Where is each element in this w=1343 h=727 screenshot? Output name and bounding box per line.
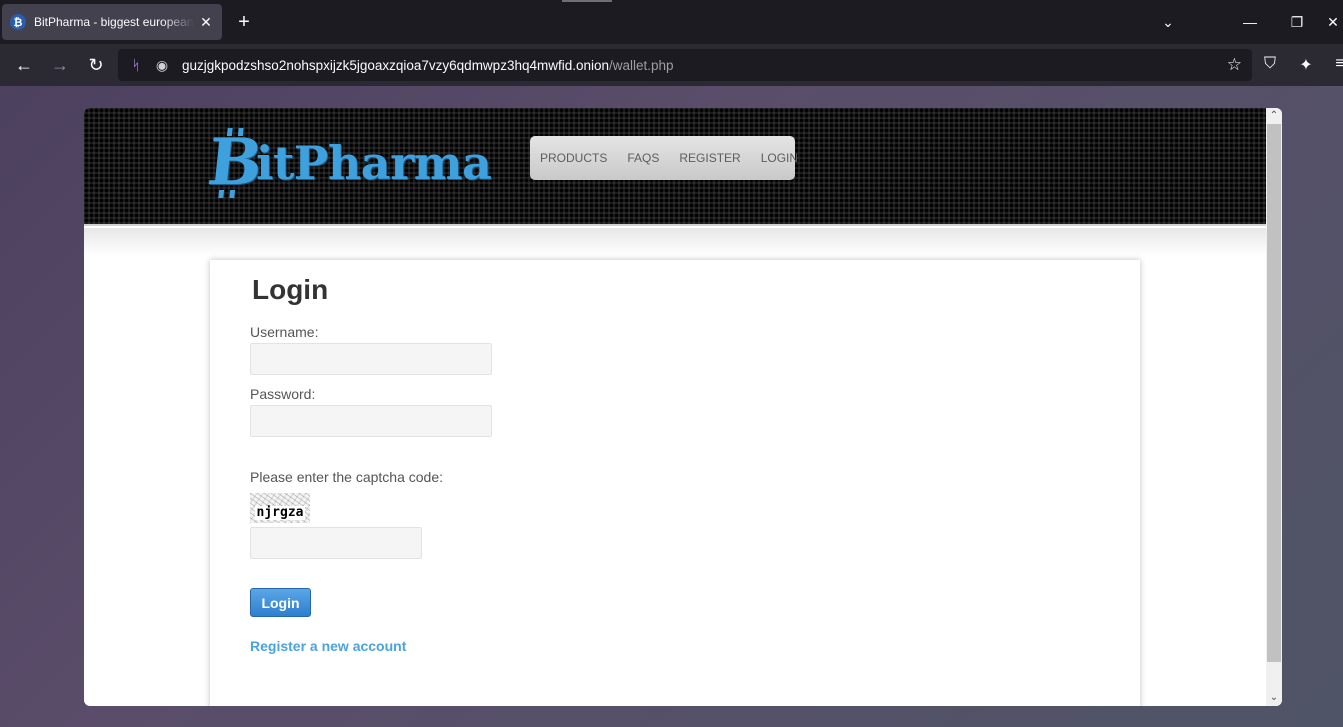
tab-list-icon[interactable]: ⌄ (1158, 12, 1178, 32)
minimize-icon[interactable]: — (1240, 12, 1260, 32)
address-bar[interactable]: ᛋ ◉ guzjgkpodzshso2nohspxijzk5jgoaxzqioa… (118, 49, 1252, 81)
tab-title: BitPharma - biggest european (34, 15, 194, 29)
captcha-image: njrgza (250, 493, 310, 523)
menu-item-products[interactable]: PRODUCTS (540, 151, 607, 165)
browser-tab-bar: ₿ BitPharma - biggest european ✕ + ⌄ — ❐… (0, 0, 1343, 44)
tab-strip-indicator (562, 0, 612, 2)
captcha-label: Please enter the captcha code: (250, 469, 444, 485)
menu-item-faqs[interactable]: FAQS (627, 151, 659, 165)
username-input[interactable] (250, 343, 492, 375)
new-tab-button[interactable]: + (232, 10, 256, 34)
onion-icon[interactable]: ◉ (152, 55, 172, 75)
browser-tab[interactable]: ₿ BitPharma - biggest european ✕ (2, 4, 222, 40)
reload-icon[interactable]: ↻ (84, 53, 108, 77)
restore-icon[interactable]: ❐ (1287, 12, 1307, 32)
logo-bitcoin-b: B (204, 125, 267, 200)
bookmark-star-icon[interactable]: ☆ (1227, 55, 1242, 75)
url-path: /wallet.php (609, 57, 674, 73)
header-shadow (84, 228, 1266, 256)
page-title: Login (252, 274, 329, 305)
login-card: Login Username: Password: Please enter t… (210, 260, 1140, 706)
bitpharma-logo[interactable]: B itPharma (204, 125, 492, 200)
url-host: guzjgkpodzshso2nohspxijzk5jgoaxzqioa7vzy… (182, 57, 610, 73)
main-menu: PRODUCTS FAQS REGISTER LOGIN (530, 136, 798, 180)
scroll-down-icon[interactable]: ⌄ (1266, 690, 1282, 706)
menu-item-login[interactable]: LOGIN (761, 151, 798, 165)
page-viewport: B itPharma PRODUCTS FAQS REGISTER LOGIN … (84, 108, 1282, 706)
back-icon[interactable]: ← (12, 53, 36, 77)
captcha-input[interactable] (250, 527, 422, 559)
close-window-icon[interactable]: ✕ (1323, 12, 1343, 32)
menu-item-register[interactable]: REGISTER (679, 151, 740, 165)
tab-close-icon[interactable]: ✕ (198, 14, 214, 31)
shield-icon[interactable]: ⛉ (1260, 55, 1280, 73)
browser-nav-bar: ← → ↻ ᛋ ◉ guzjgkpodzshso2nohspxijzk5jgoa… (0, 44, 1343, 86)
captcha-code: njrgza (254, 505, 306, 520)
tor-circuit-icon[interactable]: ᛋ (126, 55, 146, 75)
username-label: Username: (250, 324, 319, 340)
password-label: Password: (250, 386, 316, 402)
menu-icon[interactable]: ≡ (1330, 55, 1343, 73)
site-header: B itPharma PRODUCTS FAQS REGISTER LOGIN (84, 108, 1266, 226)
scroll-up-icon[interactable]: ⌃ (1266, 108, 1282, 124)
logo-text: itPharma (256, 136, 492, 190)
page-scrollbar[interactable]: ⌃ ⌄ (1266, 108, 1282, 706)
register-account-link[interactable]: Register a new account (250, 638, 406, 654)
bitcoin-favicon-icon: ₿ (10, 14, 26, 30)
magic-wand-icon[interactable]: ✦ (1296, 55, 1316, 75)
password-input[interactable] (250, 405, 492, 437)
scroll-thumb[interactable] (1267, 124, 1281, 662)
login-button[interactable]: Login (250, 588, 311, 617)
forward-icon[interactable]: → (48, 53, 72, 77)
